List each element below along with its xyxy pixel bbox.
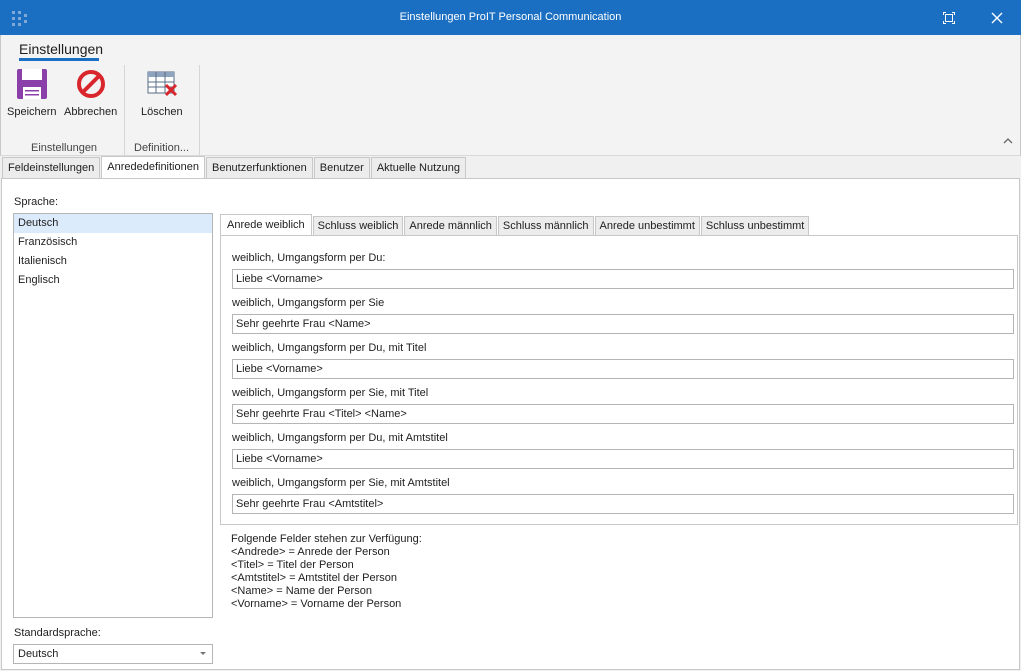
tab-feldeinstellungen[interactable]: Feldeinstellungen <box>2 157 101 178</box>
main-tab-strip: Feldeinstellungen Anrededefinitionen Ben… <box>2 156 467 178</box>
field-label: weiblich, Umgangsform per Sie, mit Titel <box>232 387 429 399</box>
tab-anrede-maennlich[interactable]: Anrede männlich <box>404 216 497 236</box>
salutation-sie-titel-input[interactable]: Sehr geehrte Frau <Titel> <Name> <box>232 404 1014 424</box>
tab-benutzerfunktionen[interactable]: Benutzerfunktionen <box>205 157 313 178</box>
salutation-du-titel-input[interactable]: Liebe <Vorname> <box>232 359 1014 379</box>
delete-label: Löschen <box>141 106 183 118</box>
info-line: <Name> = Name der Person <box>231 585 372 597</box>
anrededefinitionen-panel: Sprache: Deutsch Französisch Italienisch… <box>1 178 1020 670</box>
close-button[interactable] <box>974 0 1020 35</box>
language-label: Sprache: <box>14 196 59 208</box>
close-icon <box>991 12 1003 23</box>
ribbon: Einstellungen Speichern Abbrechen Lösche… <box>0 35 1021 157</box>
language-item-deutsch[interactable]: Deutsch <box>14 214 212 233</box>
language-item-englisch[interactable]: Englisch <box>14 271 212 290</box>
collapse-ribbon-icon[interactable] <box>1002 136 1014 146</box>
field-label: weiblich, Umgangsform per Du, mit Amtsti… <box>232 432 448 444</box>
cancel-button[interactable]: Abbrechen <box>64 67 117 118</box>
ribbon-tab-indicator <box>19 58 99 61</box>
salutation-du-amtstitel-input[interactable]: Liebe <Vorname> <box>232 449 1014 469</box>
language-item-franzoesisch[interactable]: Französisch <box>14 233 212 252</box>
info-line: <Vorname> = Vorname der Person <box>231 598 402 610</box>
default-language-value: Deutsch <box>18 648 59 660</box>
salutation-tab-strip: Anrede weiblich Schluss weiblich Anrede … <box>220 214 810 237</box>
tab-anrede-unbestimmt[interactable]: Anrede unbestimmt <box>594 216 700 236</box>
restore-icon <box>943 11 955 24</box>
field-label: weiblich, Umgangsform per Du, mit Titel <box>232 342 427 354</box>
available-fields-info: Folgende Felder stehen zur Verfügung: <A… <box>231 533 422 611</box>
window-title: Einstellungen ProIT Personal Communicati… <box>399 11 622 23</box>
delete-table-icon <box>145 67 179 101</box>
field-label: weiblich, Umgangsform per Du: <box>232 252 386 264</box>
field-label: weiblich, Umgangsform per Sie, mit Amtst… <box>232 477 450 489</box>
tab-anrede-weiblich[interactable]: Anrede weiblich <box>220 214 312 237</box>
delete-button[interactable]: Löschen <box>141 67 183 118</box>
language-list[interactable]: Deutsch Französisch Italienisch Englisch <box>13 213 213 618</box>
restore-button[interactable] <box>926 0 972 35</box>
cancel-label: Abbrechen <box>64 106 118 118</box>
info-line: <Andrede> = Anrede der Person <box>231 546 390 558</box>
default-language-label: Standardsprache: <box>14 627 101 639</box>
field-label: weiblich, Umgangsform per Sie <box>232 297 385 309</box>
floppy-disk-icon <box>15 67 49 101</box>
window-titlebar: Einstellungen ProIT Personal Communicati… <box>0 0 1021 35</box>
info-heading: Folgende Felder stehen zur Verfügung: <box>231 533 422 545</box>
tab-schluss-unbestimmt[interactable]: Schluss unbestimmt <box>700 216 810 236</box>
tab-schluss-maennlich[interactable]: Schluss männlich <box>497 216 594 236</box>
anrede-weiblich-panel: weiblich, Umgangsform per Du: Liebe <Vor… <box>220 235 1018 525</box>
tab-schluss-weiblich[interactable]: Schluss weiblich <box>312 216 404 236</box>
salutation-sie-input[interactable]: Sehr geehrte Frau <Name> <box>232 314 1014 334</box>
language-item-italienisch[interactable]: Italienisch <box>14 252 212 271</box>
dropdown-arrow-icon <box>200 652 206 655</box>
info-line: <Titel> = Titel der Person <box>231 559 354 571</box>
cancel-icon <box>74 67 108 101</box>
info-line: <Amtstitel> = Amtstitel der Person <box>231 572 397 584</box>
group-label-definition: Definition... <box>134 142 190 154</box>
salutation-sie-amtstitel-input[interactable]: Sehr geehrte Frau <Amtstitel> <box>232 494 1014 514</box>
group-separator <box>124 65 125 157</box>
tab-anrededefinitionen[interactable]: Anrededefinitionen <box>101 156 205 178</box>
tab-aktuelle-nutzung[interactable]: Aktuelle Nutzung <box>370 157 466 178</box>
group-label-settings: Einstellungen <box>31 142 98 154</box>
salutation-du-input[interactable]: Liebe <Vorname> <box>232 269 1014 289</box>
save-label: Speichern <box>7 106 57 118</box>
save-button[interactable]: Speichern <box>7 67 57 118</box>
ribbon-tab-einstellungen[interactable]: Einstellungen <box>19 41 103 57</box>
group-separator <box>199 65 200 157</box>
default-language-select[interactable]: Deutsch <box>13 644 213 664</box>
tab-benutzer[interactable]: Benutzer <box>313 157 370 178</box>
